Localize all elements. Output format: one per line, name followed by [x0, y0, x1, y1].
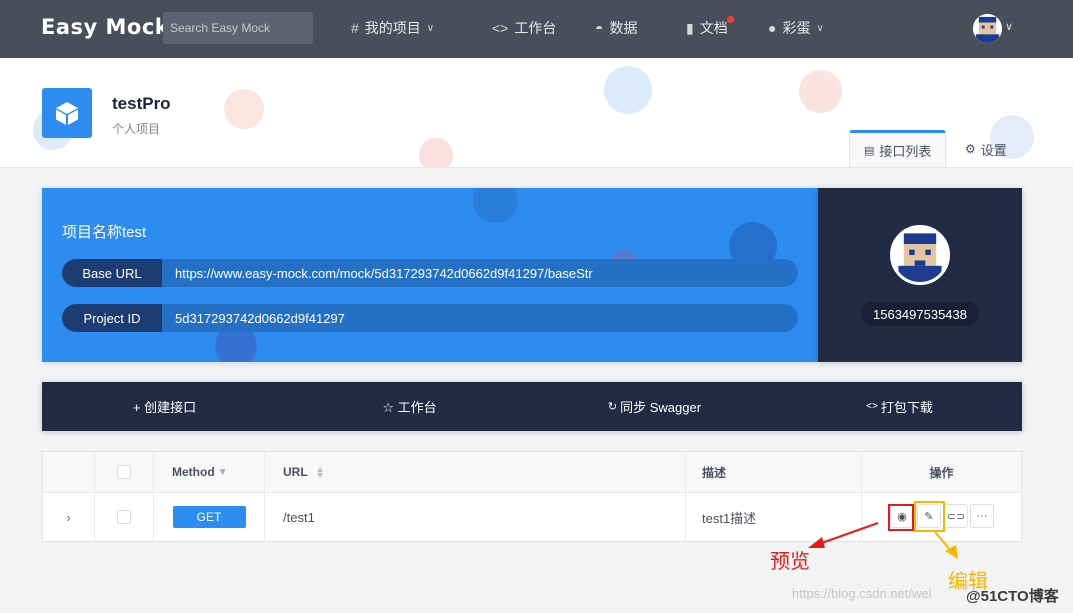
- project-name: testPro: [112, 94, 171, 113]
- url-value: /test1: [283, 509, 315, 525]
- egg-icon: ●: [768, 20, 777, 36]
- base-url-value[interactable]: https://www.easy-mock.com/mock/5d3172937…: [162, 266, 593, 281]
- desc-value: test1描述: [702, 510, 757, 526]
- nav-easter-egg-label: 彩蛋: [782, 20, 811, 36]
- book-icon: ▮: [686, 19, 694, 36]
- desc-header: 描述: [686, 452, 862, 492]
- nav-data[interactable]: ◓ 数据: [595, 18, 637, 38]
- owner-card: 1563497535438: [818, 188, 1022, 362]
- method-header-label: Method: [172, 465, 215, 479]
- workbench-label: ☆ 工作台: [382, 400, 437, 415]
- notification-dot: [725, 15, 735, 24]
- owner-avatar: [890, 225, 950, 285]
- sync-swagger-label: 同步 Swagger: [620, 400, 702, 415]
- list-icon: ▤: [864, 145, 875, 157]
- nav-docs-label-wrap: 文档: [699, 15, 735, 38]
- sort-icon[interactable]: ▲ ▼: [316, 465, 325, 480]
- url-cell: /test1: [265, 493, 686, 541]
- filter-icon[interactable]: ▼: [218, 467, 228, 478]
- download-button[interactable]: <> 打包下载: [777, 382, 1022, 431]
- url-header-label: URL: [283, 465, 308, 479]
- desc-header-label: 描述: [702, 465, 727, 480]
- select-all-cell: [95, 452, 154, 492]
- select-all-checkbox[interactable]: [117, 465, 131, 479]
- nav-my-projects-label: 我的项目: [364, 20, 421, 36]
- decorative-bubble: [419, 138, 453, 167]
- decorative-bubble: [799, 70, 842, 113]
- expand-header-cell: [43, 452, 95, 492]
- create-api-label: + 创建接口: [132, 400, 197, 415]
- workbench-button[interactable]: ☆ 工作台: [287, 382, 532, 431]
- preview-annotation: 预览: [770, 549, 810, 573]
- user-avatar[interactable]: [973, 14, 1002, 43]
- ops-header: 操作: [862, 452, 1021, 492]
- project-id-field[interactable]: Project ID 5d317293742d0662d9f41297: [62, 304, 798, 332]
- create-api-button[interactable]: + 创建接口: [42, 382, 287, 431]
- gear-icon: ⚙: [965, 142, 976, 156]
- download-icon: <>: [866, 401, 878, 412]
- download-label: 打包下载: [880, 400, 933, 415]
- app-logo[interactable]: Easy Mock: [41, 15, 169, 39]
- decorative-bubble: [473, 188, 518, 223]
- chevron-down-icon: ∨: [426, 22, 435, 34]
- code-arrows-icon: <>: [492, 20, 509, 36]
- annotation-arrows: [808, 522, 958, 559]
- nav-easter-egg[interactable]: ● 彩蛋 ∨: [768, 18, 824, 38]
- tab-settings-label: 设置: [980, 142, 1007, 158]
- more-button[interactable]: ···: [970, 504, 994, 528]
- tab-api-list[interactable]: ▤ 接口列表: [849, 130, 947, 167]
- owner-id-badge: 1563497535438: [861, 302, 979, 326]
- nav-workbench[interactable]: <> 工作台: [492, 18, 556, 38]
- nav-docs-label: 文档: [699, 20, 728, 36]
- tab-api-list-label: 接口列表: [879, 144, 932, 159]
- project-title: 项目名称test: [62, 224, 147, 241]
- top-navbar: Easy Mock # 我的项目 ∨ <> 工作台 ◓ 数据 ▮ 文档 ● 彩蛋…: [0, 0, 1073, 58]
- csdn-watermark: https://blog.csdn.net/wei: [792, 586, 932, 601]
- ops-header-label: 操作: [929, 465, 954, 480]
- 51cto-watermark: @51CTO博客: [966, 588, 1059, 605]
- more-icon: ···: [976, 510, 988, 522]
- dashboard-icon: ◓: [595, 20, 604, 36]
- search-input[interactable]: [163, 12, 313, 44]
- base-url-key: Base URL: [62, 259, 162, 287]
- decorative-bubble: [604, 66, 652, 114]
- nav-my-projects[interactable]: # 我的项目 ∨: [351, 18, 434, 38]
- project-id-value[interactable]: 5d317293742d0662d9f41297: [162, 311, 345, 326]
- method-badge: GET: [172, 506, 246, 528]
- base-url-field[interactable]: Base URL https://www.easy-mock.com/mock/…: [62, 259, 798, 287]
- nav-docs[interactable]: ▮ 文档: [686, 15, 735, 38]
- decorative-bubble: [224, 89, 264, 129]
- table-header: Method ▼ URL ▲ ▼ 描述 操作: [43, 452, 1021, 493]
- pixel-avatar-icon: [893, 228, 947, 282]
- project-id-key: Project ID: [62, 304, 162, 332]
- project-info-card: 项目名称test Base URL https://www.easy-mock.…: [42, 188, 818, 362]
- expand-row-icon[interactable]: ›: [43, 493, 95, 541]
- action-toolbar: + 创建接口 ☆ 工作台 ↻ 同步 Swagger <> 打包下载: [42, 382, 1022, 431]
- sync-swagger-button[interactable]: ↻ 同步 Swagger: [532, 382, 777, 431]
- method-cell: GET: [154, 493, 265, 541]
- nav-workbench-label: 工作台: [514, 20, 557, 36]
- project-cube-icon: [42, 88, 92, 138]
- url-header: URL ▲ ▼: [265, 452, 686, 492]
- chevron-down-icon[interactable]: ∨: [1005, 20, 1013, 33]
- pixel-avatar-icon: [973, 14, 1002, 43]
- hash-icon: #: [351, 20, 359, 36]
- nav-data-label: 数据: [609, 20, 638, 36]
- project-subtitle: 个人项目: [112, 122, 161, 136]
- tab-settings[interactable]: ⚙ 设置: [951, 130, 1021, 167]
- project-header: testPro 个人项目 ▤ 接口列表 ⚙ 设置: [0, 58, 1073, 168]
- row-select-cell: [95, 493, 154, 541]
- sync-icon: ↻: [607, 401, 618, 413]
- method-header: Method ▼: [154, 452, 265, 492]
- chevron-down-icon: ∨: [816, 22, 824, 34]
- row-checkbox[interactable]: [117, 510, 131, 524]
